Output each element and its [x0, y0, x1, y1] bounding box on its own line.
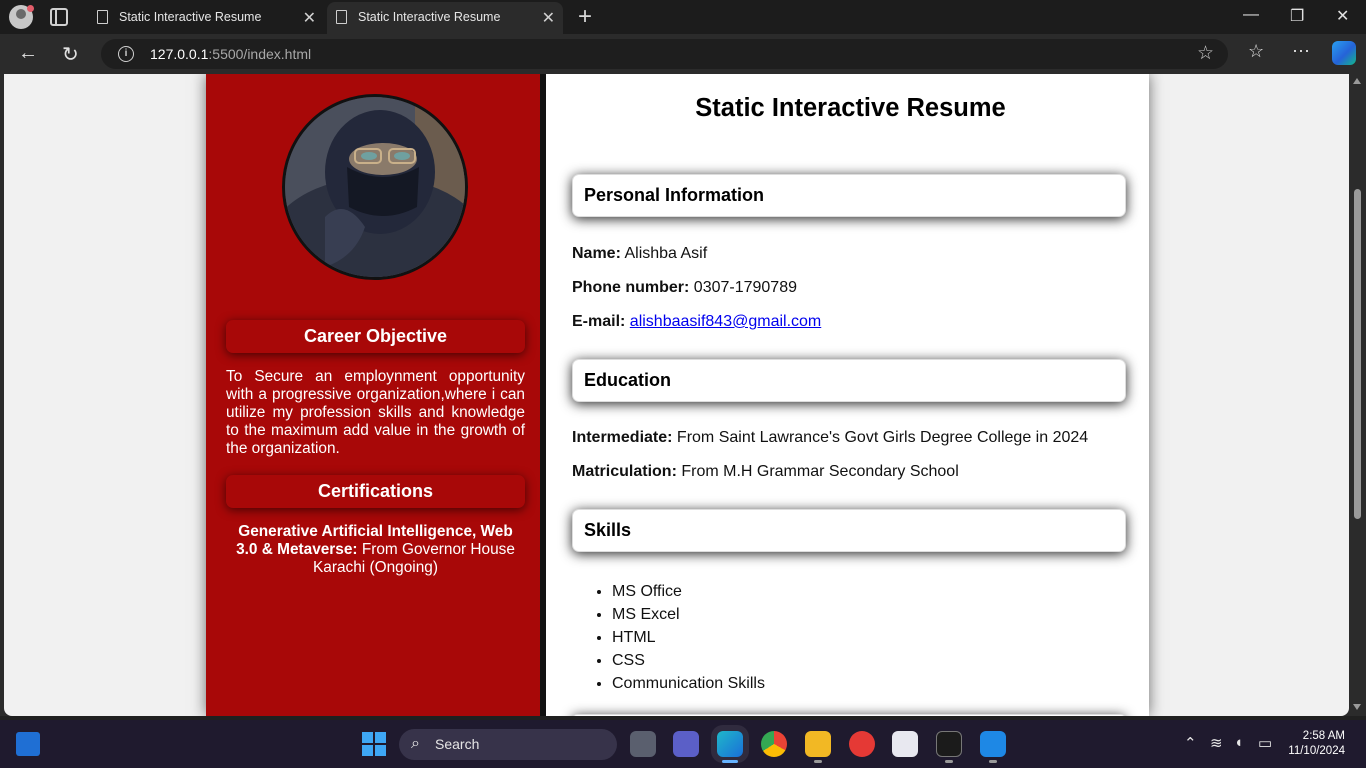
personal-info-heading[interactable]: Personal Information: [572, 174, 1126, 217]
close-window-icon[interactable]: ✕: [1336, 6, 1349, 26]
vscode-running-indicator: [989, 760, 997, 763]
next-section-heading-partial: [572, 714, 1126, 716]
url-path: :5500/index.html: [208, 46, 312, 62]
tab-title: Static Interactive Resume: [358, 10, 501, 24]
browser-tab-2-active[interactable]: Static Interactive Resume ✕: [327, 2, 563, 34]
skills-list: MS Office MS Excel HTML CSS Communicatio…: [612, 580, 765, 695]
wifi-icon[interactable]: ≋: [1210, 734, 1223, 752]
search-label: Search: [435, 736, 480, 752]
microsoft-store-icon[interactable]: [892, 731, 918, 757]
matriculation-row: Matriculation: From M.H Grammar Secondar…: [572, 463, 959, 481]
scroll-up-arrow-icon[interactable]: [1353, 78, 1361, 84]
widgets-icon[interactable]: [16, 732, 40, 756]
email-label: E-mail:: [572, 313, 626, 330]
search-icon: ⌕: [411, 735, 420, 752]
phone-value: 0307-1790789: [689, 279, 797, 296]
terminal-running-indicator: [945, 760, 953, 763]
edge-icon[interactable]: [717, 731, 743, 757]
skill-item: Communication Skills: [612, 672, 765, 695]
start-button[interactable]: [362, 732, 386, 756]
tab-title: Static Interactive Resume: [119, 10, 262, 24]
page-viewport: Career Objective To Secure an employnmen…: [0, 74, 1366, 716]
career-objective-heading: Career Objective: [226, 320, 525, 353]
intermediate-row: Intermediate: From Saint Lawrance's Govt…: [572, 429, 1088, 447]
clock-time: 2:58 AM: [1302, 730, 1345, 742]
more-menu-icon[interactable]: ⋯: [1292, 41, 1310, 62]
windows-taskbar: ⌕ Search ⌃ ≋ ◖ ▭ 2:58 AM 11/10/2024: [0, 720, 1366, 768]
scroll-down-arrow-icon[interactable]: [1353, 704, 1361, 710]
profile-photo: [282, 94, 468, 280]
page-icon: [97, 10, 108, 24]
tab-actions-icon[interactable]: [50, 8, 68, 26]
email-row: E-mail: alishbaasif843@gmail.com: [572, 313, 821, 331]
edge-active-indicator: [722, 760, 738, 763]
email-link[interactable]: alishbaasif843@gmail.com: [630, 313, 821, 330]
skills-heading[interactable]: Skills: [572, 509, 1126, 552]
profile-notification-dot: [27, 5, 34, 12]
intermediate-label: Intermediate:: [572, 429, 673, 446]
name-label: Name:: [572, 245, 621, 262]
close-tab-icon[interactable]: ✕: [303, 8, 316, 28]
career-objective-text: To Secure an employnment opportunity wit…: [226, 368, 525, 457]
battery-icon[interactable]: ▭: [1258, 734, 1272, 752]
resume-container: Career Objective To Secure an employnmen…: [206, 74, 1149, 716]
certification-item: Generative Artificial Intelligence, Web …: [226, 523, 525, 577]
education-heading[interactable]: Education: [572, 359, 1126, 402]
url-text[interactable]: 127.0.0.1:5500/index.html: [150, 46, 311, 62]
favorite-star-icon[interactable]: ☆: [1197, 42, 1214, 65]
browser-tab-bar: Static Interactive Resume ✕ Static Inter…: [0, 0, 1366, 34]
address-bar[interactable]: i 127.0.0.1:5500/index.html ☆: [101, 39, 1228, 69]
address-bar-row: ← ↻ i 127.0.0.1:5500/index.html ☆ ☆ ⋯: [0, 34, 1366, 74]
certifications-heading: Certifications: [226, 475, 525, 508]
back-arrow-icon[interactable]: ←: [18, 42, 38, 65]
site-info-icon[interactable]: i: [118, 46, 134, 62]
clock-date: 11/10/2024: [1288, 745, 1345, 757]
matriculation-label: Matriculation:: [572, 463, 677, 480]
explorer-running-indicator: [814, 760, 822, 763]
skill-item: CSS: [612, 649, 765, 672]
vscode-icon[interactable]: [980, 731, 1006, 757]
skill-item: HTML: [612, 626, 765, 649]
resume-sidebar: Career Objective To Secure an employnmen…: [206, 74, 546, 716]
new-tab-icon[interactable]: +: [578, 3, 592, 31]
refresh-icon[interactable]: ↻: [62, 42, 79, 67]
phone-label: Phone number:: [572, 279, 690, 296]
taskbar-search[interactable]: ⌕ Search: [399, 729, 617, 760]
intermediate-value: From Saint Lawrance's Govt Girls Degree …: [672, 429, 1089, 446]
favorites-icon[interactable]: ☆: [1248, 41, 1264, 62]
chrome-icon[interactable]: [761, 731, 787, 757]
matriculation-value: From M.H Grammar Secondary School: [676, 463, 959, 480]
resume-main: Static Interactive Resume Personal Infor…: [552, 74, 1149, 716]
minimize-icon[interactable]: —: [1243, 6, 1259, 24]
close-tab-icon[interactable]: ✕: [542, 8, 555, 28]
url-host: 127.0.0.1: [150, 46, 209, 62]
copilot-icon[interactable]: [1332, 41, 1356, 65]
skill-item: MS Excel: [612, 603, 765, 626]
volume-icon[interactable]: ◖: [1234, 734, 1243, 751]
name-row: Name: Alishba Asif: [572, 245, 707, 263]
browser-tab-1[interactable]: Static Interactive Resume ✕: [88, 2, 324, 34]
name-value: Alishba Asif: [620, 245, 708, 262]
tray-overflow-chevron-icon[interactable]: ⌃: [1184, 734, 1197, 752]
task-view-icon[interactable]: [630, 731, 656, 757]
teams-icon[interactable]: [673, 731, 699, 757]
wps-office-icon[interactable]: [849, 731, 875, 757]
page-background: Career Objective To Secure an employnmen…: [4, 74, 1349, 716]
system-clock[interactable]: 2:58 AM 11/10/2024: [1283, 729, 1345, 759]
scrollbar-thumb[interactable]: [1354, 189, 1361, 519]
file-explorer-icon[interactable]: [805, 731, 831, 757]
page-icon: [336, 10, 347, 24]
skill-item: MS Office: [612, 580, 765, 603]
restore-icon[interactable]: ❐: [1290, 6, 1304, 26]
terminal-icon[interactable]: [936, 731, 962, 757]
page-title: Static Interactive Resume: [695, 94, 1006, 122]
page-scrollbar[interactable]: [1349, 74, 1366, 716]
profile-photo-image: [285, 97, 465, 277]
phone-row: Phone number: 0307-1790789: [572, 279, 797, 297]
